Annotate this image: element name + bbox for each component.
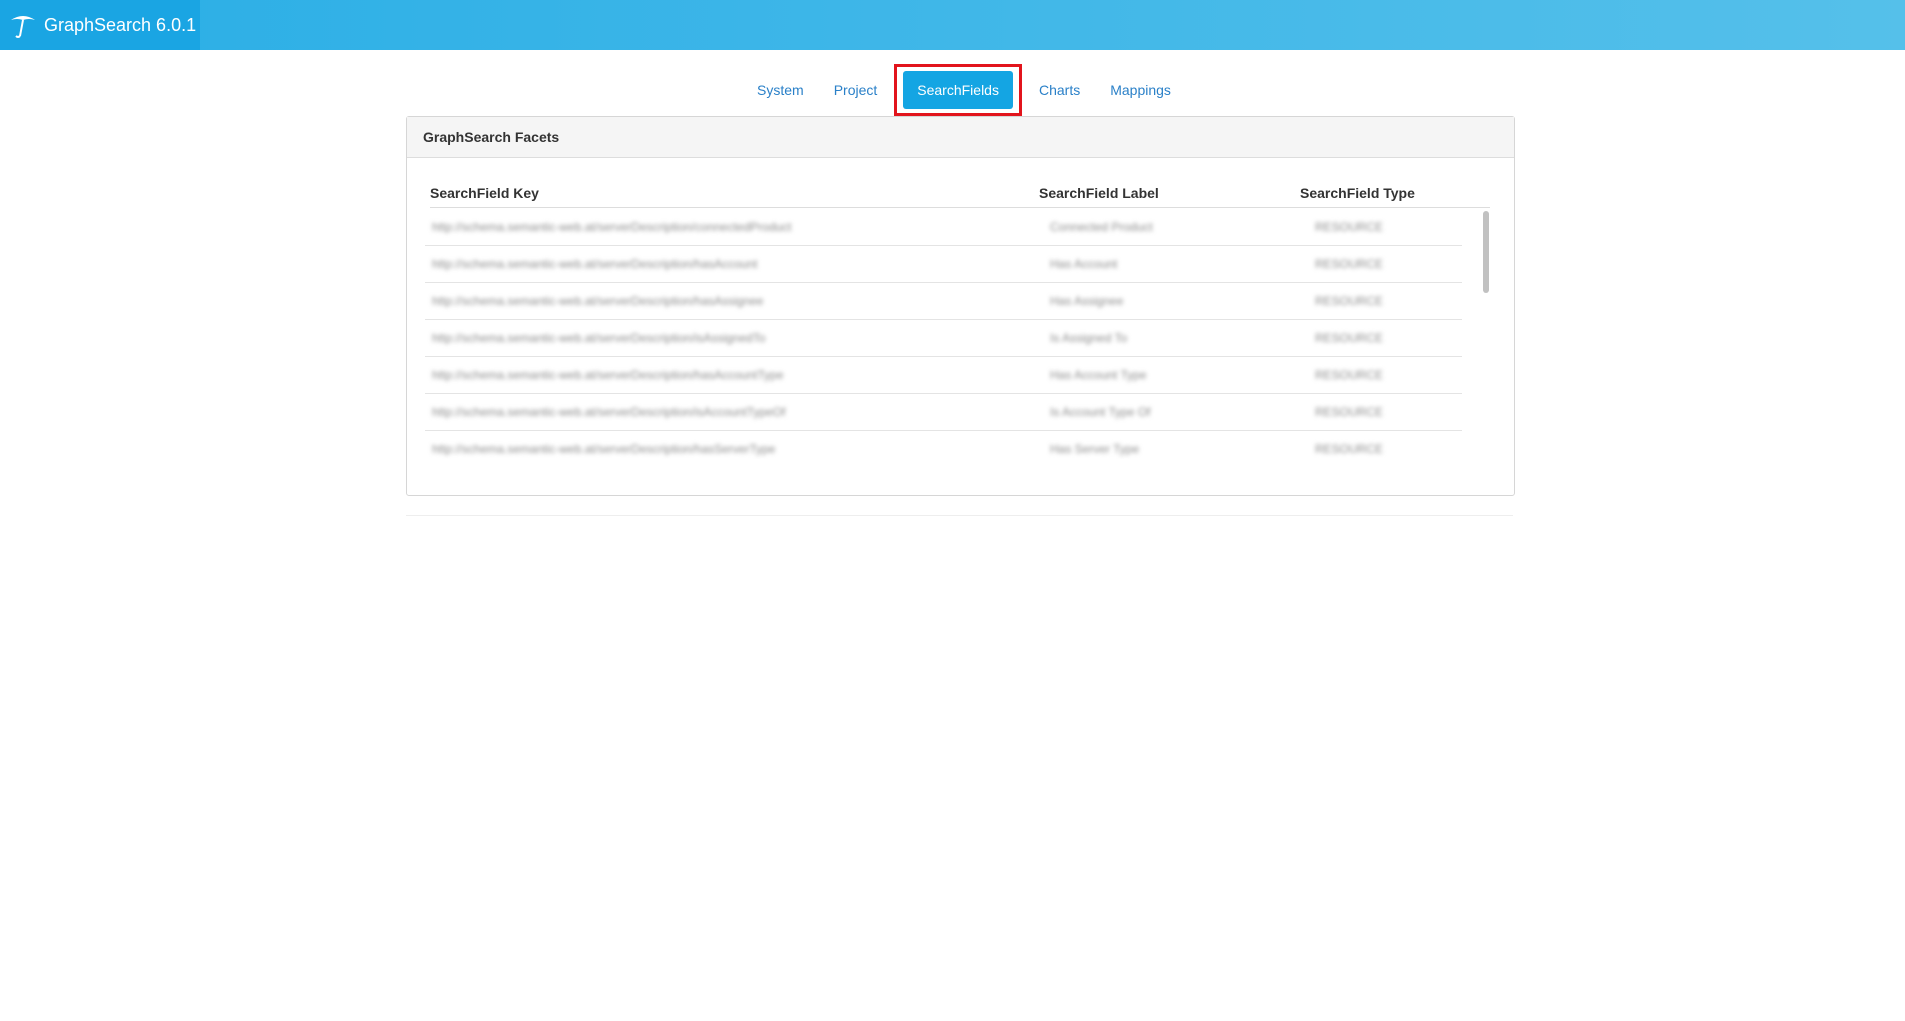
umbrella-icon bbox=[8, 10, 38, 40]
searchfield-label: Has Account bbox=[1050, 257, 1118, 271]
searchfield-label: Connected Product bbox=[1050, 220, 1153, 234]
table-scrollbar[interactable] bbox=[1481, 209, 1491, 459]
tab-charts[interactable]: Charts bbox=[1024, 69, 1095, 111]
tab-system[interactable]: System bbox=[742, 69, 819, 111]
searchfield-label: Is Account Type Of bbox=[1050, 405, 1151, 419]
table-row[interactable]: http://schema.semantic-web.at/serverDesc… bbox=[425, 357, 1462, 394]
column-header-type: SearchField Type bbox=[1300, 185, 1415, 201]
table-row[interactable]: http://schema.semantic-web.at/serverDesc… bbox=[425, 320, 1462, 357]
tab-project[interactable]: Project bbox=[819, 69, 893, 111]
searchfield-type: RESOURCE bbox=[1315, 220, 1384, 234]
app-title: GraphSearch 6.0.1 bbox=[44, 14, 197, 35]
table-row[interactable]: http://schema.semantic-web.at/serverDesc… bbox=[425, 209, 1462, 246]
searchfield-type: RESOURCE bbox=[1315, 257, 1384, 271]
top-navbar: GraphSearch 6.0.1 bbox=[0, 0, 1905, 50]
searchfield-key: http://schema.semantic-web.at/serverDesc… bbox=[432, 368, 784, 382]
table-row[interactable]: http://schema.semantic-web.at/serverDesc… bbox=[425, 283, 1462, 320]
searchfield-label: Is Assigned To bbox=[1050, 331, 1128, 345]
searchfield-key: http://schema.semantic-web.at/serverDesc… bbox=[432, 294, 764, 308]
searchfield-type: RESOURCE bbox=[1315, 368, 1384, 382]
searchfield-key: http://schema.semantic-web.at/serverDesc… bbox=[432, 331, 766, 345]
table-row[interactable]: http://schema.semantic-web.at/serverDesc… bbox=[425, 394, 1462, 431]
table-row[interactable]: http://schema.semantic-web.at/serverDesc… bbox=[425, 246, 1462, 283]
searchfield-label: Has Account Type bbox=[1050, 368, 1147, 382]
table-body[interactable]: http://schema.semantic-web.at/serverDesc… bbox=[425, 209, 1495, 459]
scrollbar-thumb[interactable] bbox=[1483, 211, 1489, 293]
column-header-key: SearchField Key bbox=[430, 185, 539, 201]
searchfield-key: http://schema.semantic-web.at/serverDesc… bbox=[432, 405, 786, 419]
settings-tabs: System Project SearchFields Charts Mappi… bbox=[742, 64, 1186, 116]
column-header-label: SearchField Label bbox=[1039, 185, 1159, 201]
highlight-box: SearchFields bbox=[894, 64, 1022, 116]
table-row[interactable]: http://schema.semantic-web.at/serverDesc… bbox=[425, 431, 1462, 459]
brand[interactable]: GraphSearch 6.0.1 bbox=[0, 0, 200, 50]
tab-searchfields[interactable]: SearchFields bbox=[903, 71, 1013, 109]
panel-title: GraphSearch Facets bbox=[407, 117, 1514, 158]
facets-panel: GraphSearch Facets SearchField Key Searc… bbox=[406, 116, 1515, 496]
searchfield-type: RESOURCE bbox=[1315, 331, 1384, 345]
divider bbox=[406, 515, 1513, 516]
searchfield-label: Has Server Type bbox=[1050, 442, 1140, 456]
searchfield-key: http://schema.semantic-web.at/serverDesc… bbox=[432, 220, 792, 234]
searchfield-key: http://schema.semantic-web.at/serverDesc… bbox=[432, 257, 758, 271]
tab-mappings[interactable]: Mappings bbox=[1095, 69, 1186, 111]
searchfield-type: RESOURCE bbox=[1315, 442, 1384, 456]
searchfield-key: http://schema.semantic-web.at/serverDesc… bbox=[432, 442, 776, 456]
table-header: SearchField Key SearchField Label Search… bbox=[430, 177, 1490, 208]
searchfield-type: RESOURCE bbox=[1315, 294, 1384, 308]
searchfield-type: RESOURCE bbox=[1315, 405, 1384, 419]
searchfield-label: Has Assignee bbox=[1050, 294, 1124, 308]
